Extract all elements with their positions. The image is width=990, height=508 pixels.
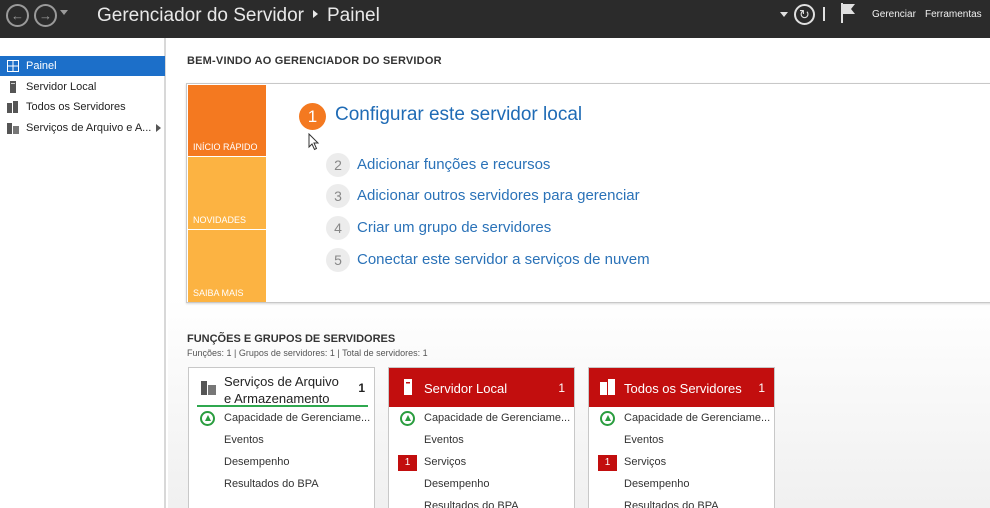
alert-count-badge: 1 [598, 455, 617, 471]
file-storage-services-card[interactable]: Serviços de Arquivo e Armazenamento 1 Ca… [188, 367, 375, 508]
step-number-1: 1 [299, 103, 326, 130]
card-header[interactable]: Todos os Servidores 1 [589, 368, 774, 407]
list-item[interactable]: Resultados do BPA [389, 497, 574, 508]
connect-cloud-services-link[interactable]: Conectar este servidor a serviços de nuv… [357, 251, 650, 268]
list-item[interactable]: Resultados do BPA [589, 497, 774, 508]
list-item[interactable]: Resultados do BPA [189, 475, 374, 495]
breadcrumb-page: Painel [327, 5, 380, 26]
list-item[interactable]: Eventos [389, 431, 574, 451]
list-item[interactable]: Desempenho [389, 475, 574, 495]
list-item[interactable]: Capacidade de Gerenciame... [589, 409, 774, 429]
step-number-2: 2 [326, 153, 350, 177]
file-services-icon [7, 123, 19, 134]
sidebar-item-label: Painel [26, 60, 57, 72]
card-title: Serviços de Arquivo e Armazenamento [224, 374, 339, 406]
card-header[interactable]: Servidor Local 1 [389, 368, 574, 407]
roles-groups-counts: Funções: 1 | Grupos de servidores: 1 | T… [187, 348, 428, 358]
card-count: 1 [758, 381, 765, 395]
breadcrumb-separator-icon [313, 10, 318, 19]
sidebar: Painel Servidor Local Todos os Servidore… [0, 38, 166, 508]
list-item[interactable]: 1 Serviços [589, 453, 774, 473]
forward-arrow-icon[interactable]: → [34, 4, 57, 27]
list-item[interactable]: Eventos [189, 431, 374, 451]
roles-groups-title: FUNÇÕES E GRUPOS DE SERVIDORES [187, 333, 396, 345]
card-count: 1 [558, 381, 565, 395]
all-servers-card[interactable]: Todos os Servidores 1 Capacidade de Gere… [588, 367, 775, 508]
tools-menu[interactable]: Ferramentas [925, 9, 982, 20]
card-title: Servidor Local [424, 381, 508, 396]
mouse-cursor-icon [308, 133, 320, 151]
step-number-4: 4 [326, 216, 350, 240]
create-server-group-link[interactable]: Criar um grupo de servidores [357, 219, 551, 236]
status-ok-icon [400, 411, 415, 426]
card-title: Todos os Servidores [624, 381, 742, 396]
main-content: BEM-VINDO AO GERENCIADOR DO SERVIDOR INÍ… [168, 38, 990, 508]
list-item[interactable]: Desempenho [589, 475, 774, 495]
sidebar-item-file-services[interactable]: Serviços de Arquivo e A... [0, 118, 165, 138]
server-icon [404, 379, 412, 395]
breadcrumb: Gerenciador do Servidor Painel [97, 5, 380, 27]
manage-menu[interactable]: Gerenciar [872, 9, 916, 20]
list-item[interactable]: Capacidade de Gerenciame... [389, 409, 574, 429]
title-bar: ← → Gerenciador do Servidor Painel ↻ Gere… [0, 0, 990, 38]
servers-icon [7, 101, 18, 113]
toolbar-divider [823, 7, 825, 21]
sidebar-item-dashboard[interactable]: Painel [0, 56, 165, 76]
file-services-icon [201, 381, 216, 395]
tab-whats-new[interactable]: NOVIDADES [188, 157, 266, 229]
expand-arrow-icon[interactable] [156, 124, 161, 132]
add-other-servers-link[interactable]: Adicionar outros servidores para gerenci… [357, 187, 640, 204]
history-dropdown-icon[interactable] [60, 10, 68, 15]
servers-icon [600, 379, 615, 395]
tab-quick-start[interactable]: INÍCIO RÁPIDO [188, 85, 266, 156]
step-number-5: 5 [326, 248, 350, 272]
list-item[interactable]: 1 Serviços [389, 453, 574, 473]
dropdown-icon[interactable] [780, 12, 788, 17]
notifications-flag-icon[interactable] [840, 2, 856, 24]
back-arrow-icon[interactable]: ← [6, 4, 29, 27]
local-server-card[interactable]: Servidor Local 1 Capacidade de Gerenciam… [388, 367, 575, 508]
configure-local-server-link[interactable]: Configurar este servidor local [335, 104, 582, 126]
breadcrumb-app: Gerenciador do Servidor [97, 5, 304, 26]
dashboard-icon [7, 60, 19, 72]
alert-count-badge: 1 [398, 455, 417, 471]
add-roles-features-link[interactable]: Adicionar funções e recursos [357, 156, 550, 173]
status-ok-bar [197, 405, 368, 407]
welcome-title: BEM-VINDO AO GERENCIADOR DO SERVIDOR [187, 55, 442, 67]
tab-learn-more[interactable]: SAIBA MAIS [188, 230, 266, 302]
server-icon [10, 81, 16, 93]
quick-start-panel: INÍCIO RÁPIDO NOVIDADES SAIBA MAIS 1 Con… [186, 83, 990, 303]
card-header[interactable]: Serviços de Arquivo e Armazenamento 1 [189, 368, 374, 407]
list-item[interactable]: Capacidade de Gerenciame... [189, 409, 374, 429]
sidebar-item-all-servers[interactable]: Todos os Servidores [0, 97, 165, 117]
refresh-icon[interactable]: ↻ [794, 4, 815, 25]
list-item[interactable]: Desempenho [189, 453, 374, 473]
sidebar-item-local-server[interactable]: Servidor Local [0, 77, 165, 97]
sidebar-item-label: Todos os Servidores [26, 101, 126, 113]
list-item[interactable]: Eventos [589, 431, 774, 451]
sidebar-item-label: Servidor Local [26, 81, 97, 93]
status-ok-icon [200, 411, 215, 426]
card-count: 1 [358, 381, 365, 395]
status-ok-icon [600, 411, 615, 426]
sidebar-item-label: Serviços de Arquivo e A... [26, 122, 152, 134]
step-number-3: 3 [326, 184, 350, 208]
